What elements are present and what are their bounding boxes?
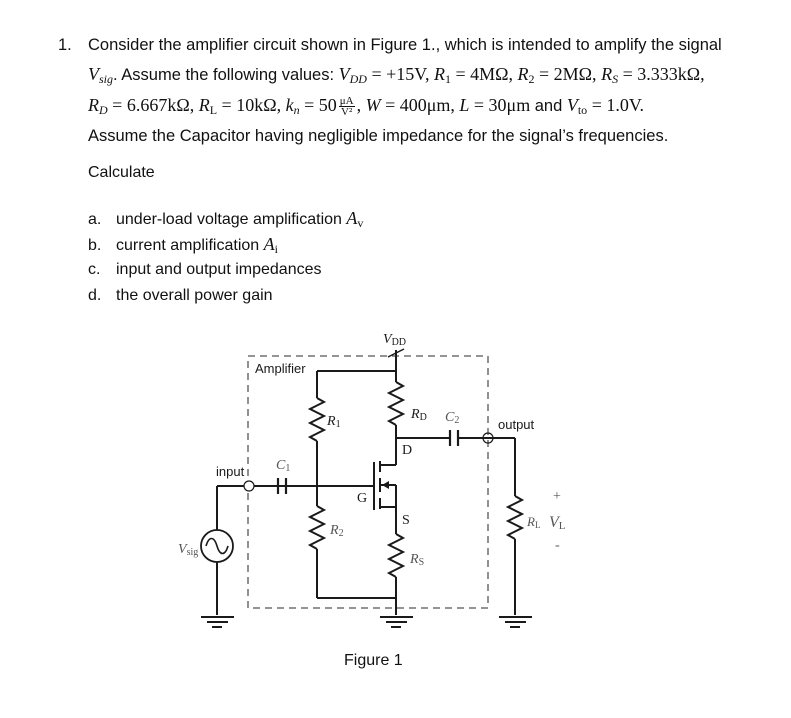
- c1-label: C1: [276, 458, 290, 474]
- rd-resistor: [386, 381, 406, 426]
- drain-label: D: [402, 443, 412, 458]
- rs-label: RS: [409, 552, 424, 568]
- vdd-label: VDD: [383, 332, 406, 348]
- vl-label: VL: [549, 514, 566, 532]
- rs-resistor: [386, 533, 406, 578]
- r1-label: R1: [326, 414, 341, 430]
- vdd-terminal: [387, 348, 405, 371]
- ground-symbol-amp: [380, 616, 413, 628]
- plus-sign: +: [553, 489, 561, 504]
- c2-label: C2: [445, 410, 459, 426]
- mosfet-transistor: [373, 461, 397, 510]
- r2-label: R2: [329, 523, 344, 539]
- input-label: input: [216, 464, 245, 479]
- source-label: S: [402, 513, 410, 528]
- output-label: output: [498, 417, 535, 432]
- figure-caption: Figure 1: [344, 652, 403, 669]
- vsig-label: Vsig: [178, 542, 198, 558]
- amplifier-boundary: [247, 355, 489, 609]
- c2-capacitor: [448, 430, 460, 446]
- rd-label: RD: [410, 407, 427, 423]
- r2-resistor: [307, 505, 327, 550]
- ground-symbol-source: [201, 616, 234, 628]
- r1-resistor: [307, 397, 327, 442]
- circuit-diagram: VDD Amplifier R1 RD C2 output D input C1…: [178, 332, 566, 628]
- gate-label: G: [357, 491, 367, 506]
- input-terminal: [243, 480, 255, 492]
- minus-sign: -: [555, 538, 560, 553]
- sine-wave-icon: [205, 537, 229, 555]
- rl-label: RL: [526, 514, 540, 530]
- rl-resistor: [505, 495, 525, 540]
- amplifier-label: Amplifier: [255, 361, 306, 376]
- ground-symbol-load: [499, 616, 532, 628]
